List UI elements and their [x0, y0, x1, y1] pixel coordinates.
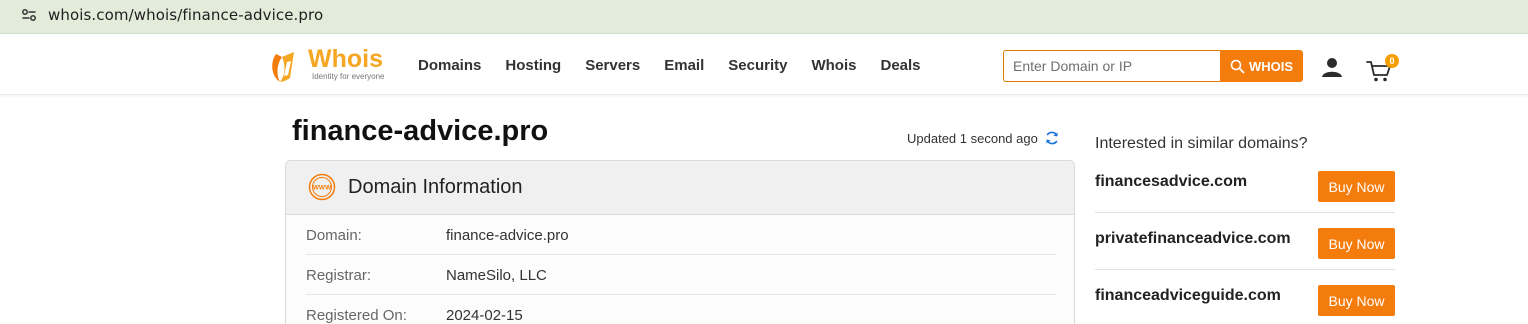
suggestion-domain[interactable]: financesadvice.com: [1095, 173, 1247, 191]
site-settings-icon[interactable]: [20, 6, 38, 24]
refresh-icon[interactable]: [1044, 130, 1060, 146]
page-title: finance-advice.pro: [292, 115, 549, 147]
nav-deals[interactable]: Deals: [880, 57, 920, 74]
suggestion-item: financeadviceguide.com Buy Now: [1095, 270, 1395, 324]
suggestion-domain[interactable]: privatefinanceadvice.com: [1095, 230, 1291, 248]
nav-domains[interactable]: Domains: [418, 57, 481, 74]
suggestion-item: financesadvice.com Buy Now: [1095, 156, 1395, 213]
updated-status: Updated 1 second ago: [907, 130, 1060, 146]
similar-domains-title: Interested in similar domains?: [1095, 135, 1308, 152]
whois-search-button[interactable]: WHOIS: [1220, 50, 1303, 82]
whois-logo[interactable]: Whois Identity for everyone: [268, 45, 393, 86]
info-value: NameSilo, LLC: [446, 267, 547, 284]
domain-search-input[interactable]: [1003, 50, 1221, 82]
buy-now-button[interactable]: Buy Now: [1318, 171, 1395, 202]
buy-now-button[interactable]: Buy Now: [1318, 285, 1395, 316]
suggestion-domain[interactable]: financeadviceguide.com: [1095, 287, 1281, 305]
nav-whois[interactable]: Whois: [811, 57, 856, 74]
info-value: finance-advice.pro: [446, 227, 569, 244]
whois-search-button-label: WHOIS: [1248, 58, 1294, 74]
card-title: Domain Information: [348, 176, 523, 198]
logo-tagline: Identity for everyone: [312, 72, 385, 81]
cart-button[interactable]: 0: [1366, 54, 1400, 82]
buy-now-button[interactable]: Buy Now: [1318, 228, 1395, 259]
nav-email[interactable]: Email: [664, 57, 704, 74]
info-row-domain: Domain: finance-advice.pro: [306, 215, 1056, 255]
updated-text: Updated 1 second ago: [907, 130, 1038, 146]
domain-information-card: WWW Domain Information Domain: finance-a…: [285, 160, 1075, 324]
svg-text:WWW: WWW: [313, 185, 332, 192]
url-text[interactable]: whois.com/whois/finance-advice.pro: [48, 6, 323, 24]
info-value: 2024-02-15: [446, 307, 523, 324]
info-label: Registered On:: [306, 307, 407, 324]
nav-hosting[interactable]: Hosting: [505, 57, 561, 74]
info-label: Registrar:: [306, 267, 372, 284]
search-icon: [1230, 59, 1245, 73]
cart-count-badge: 0: [1385, 54, 1399, 68]
logo-word: Whois: [308, 45, 383, 73]
info-row-registered-on: Registered On: 2024-02-15: [306, 295, 1056, 324]
browser-address-bar[interactable]: whois.com/whois/finance-advice.pro: [0, 0, 1528, 34]
info-row-registrar: Registrar: NameSilo, LLC: [306, 255, 1056, 295]
nav-servers[interactable]: Servers: [585, 57, 640, 74]
card-header: WWW Domain Information: [286, 161, 1074, 215]
nav-security[interactable]: Security: [728, 57, 787, 74]
main-nav: Domains Hosting Servers Email Security W…: [418, 57, 945, 74]
suggestion-item: privatefinanceadvice.com Buy Now: [1095, 213, 1395, 270]
www-icon: WWW: [308, 173, 336, 201]
info-label: Domain:: [306, 227, 362, 244]
user-account-icon[interactable]: [1321, 56, 1343, 78]
logo-mark-icon: [272, 52, 294, 82]
domain-search: WHOIS: [1003, 50, 1303, 82]
site-header: Whois Identity for everyone Domains Host…: [0, 35, 1528, 95]
